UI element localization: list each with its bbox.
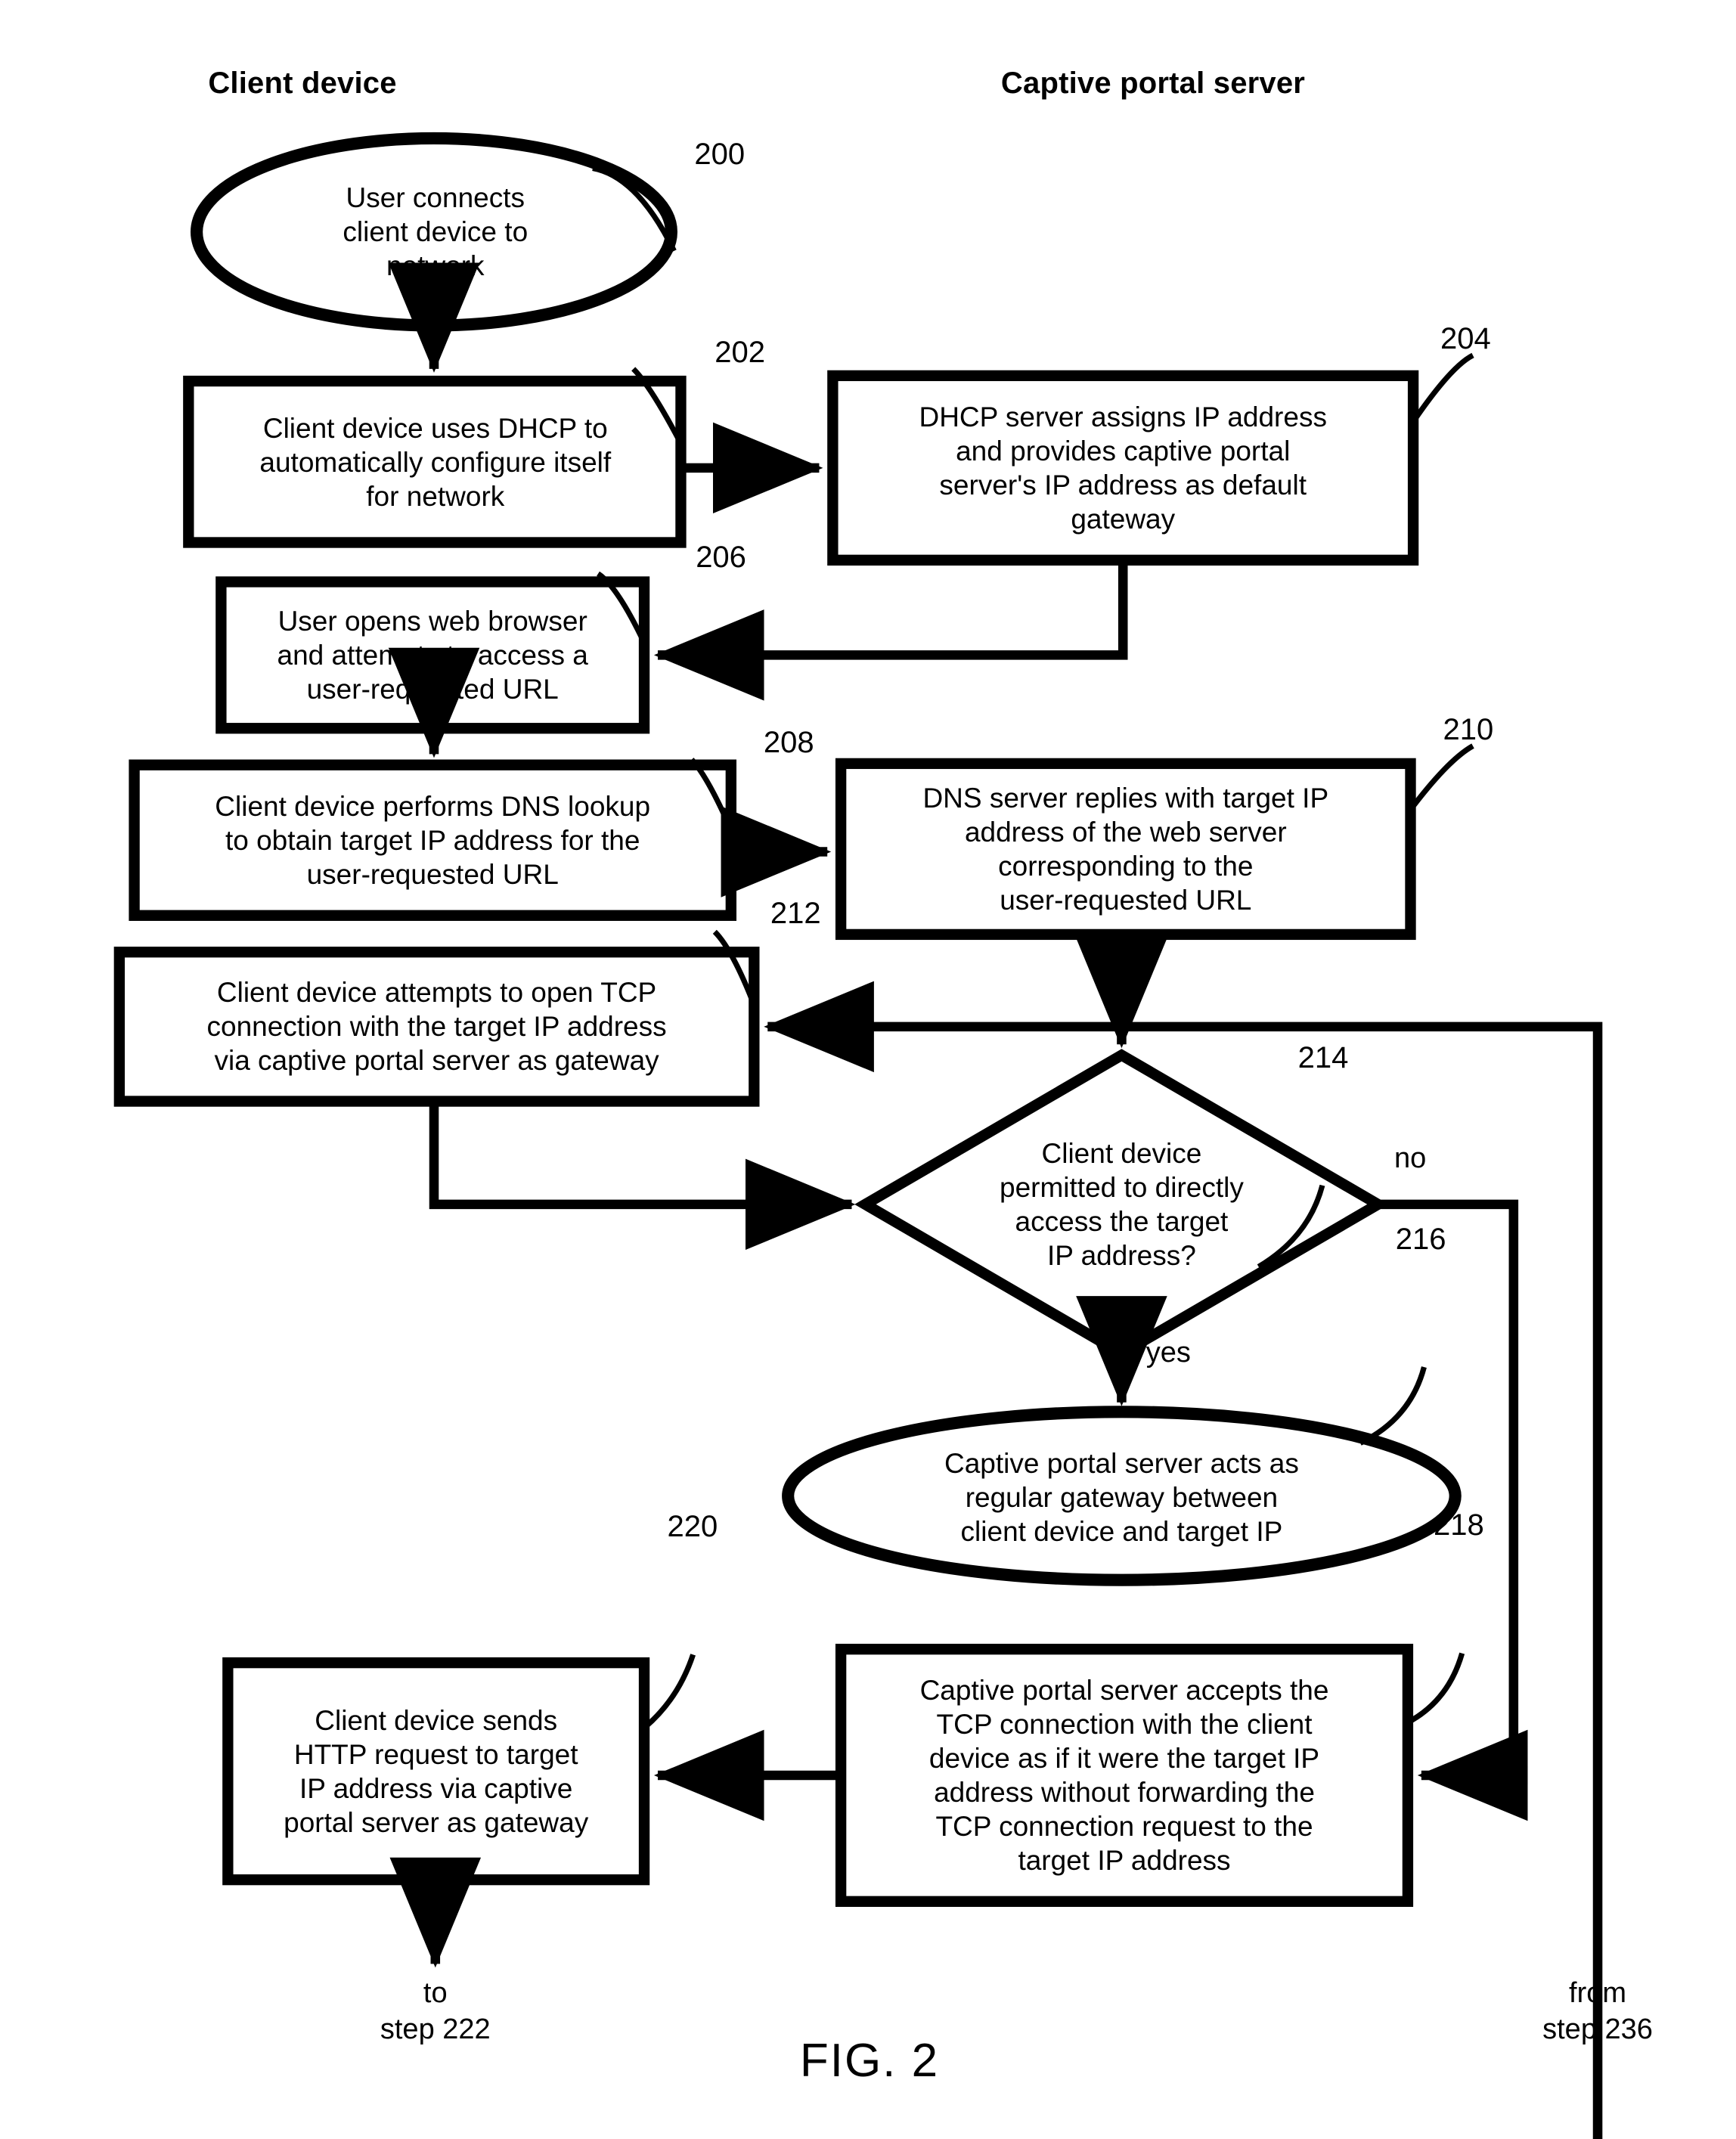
offpage-connector-from-step-236: from step 236 <box>1542 1976 1653 2045</box>
ref-numeral-208: 208 <box>763 726 814 760</box>
node-214-label: Client device permitted to directly acce… <box>1000 1136 1244 1271</box>
node-216-label: Captive portal server acts as regular ga… <box>944 1446 1299 1547</box>
edge-204-to-206 <box>653 560 1128 701</box>
leadline-218 <box>1406 1652 1465 1725</box>
node-204-label: DHCP server assigns IP address and provi… <box>919 400 1327 535</box>
ref-numeral-214: 214 <box>1297 1040 1349 1074</box>
ref-numeral-206: 206 <box>696 540 746 574</box>
offpage-connector-to-step-222: to step 222 <box>380 1976 491 2045</box>
edge-212-to-214 <box>429 1101 856 1251</box>
node-210-label: DNS server replies with target IP addres… <box>922 781 1329 916</box>
ref-numeral-202: 202 <box>715 335 766 369</box>
column-header-client-device: Client device <box>208 67 397 100</box>
leadline-204 <box>1411 352 1474 423</box>
figure-caption: FIG. 2 <box>799 2035 940 2087</box>
node-208-label: Client device performs DNS lookup to obt… <box>215 789 651 890</box>
node-218-label: Captive portal server accepts the TCP co… <box>919 1673 1329 1877</box>
branch-label-no: no <box>1393 1142 1427 1175</box>
node-206-label: User opens web browser and attempts to a… <box>277 604 588 705</box>
ref-numeral-210: 210 <box>1443 712 1494 746</box>
leadline-210 <box>1408 743 1474 812</box>
node-212-label: Client device attempts to open TCP conne… <box>206 976 667 1077</box>
ref-numeral-216: 216 <box>1395 1222 1446 1256</box>
node-202-label: Client device uses DHCP to automatically… <box>259 412 612 513</box>
ref-numeral-212: 212 <box>770 897 821 931</box>
ref-numeral-220: 220 <box>667 1510 718 1544</box>
figure-page: Client device Captive portal server User… <box>0 0 1736 2139</box>
leadline-220 <box>642 1654 696 1730</box>
node-200-label: User connects client device to network <box>343 181 529 282</box>
ref-numeral-218: 218 <box>1433 1508 1484 1542</box>
ref-numeral-200: 200 <box>694 137 746 171</box>
node-220-label: Client device sends HTTP request to targ… <box>284 1703 589 1838</box>
ref-numeral-204: 204 <box>1440 321 1491 355</box>
branch-label-yes: yes <box>1145 1336 1191 1369</box>
column-header-captive-portal-server: Captive portal server <box>1000 67 1306 100</box>
